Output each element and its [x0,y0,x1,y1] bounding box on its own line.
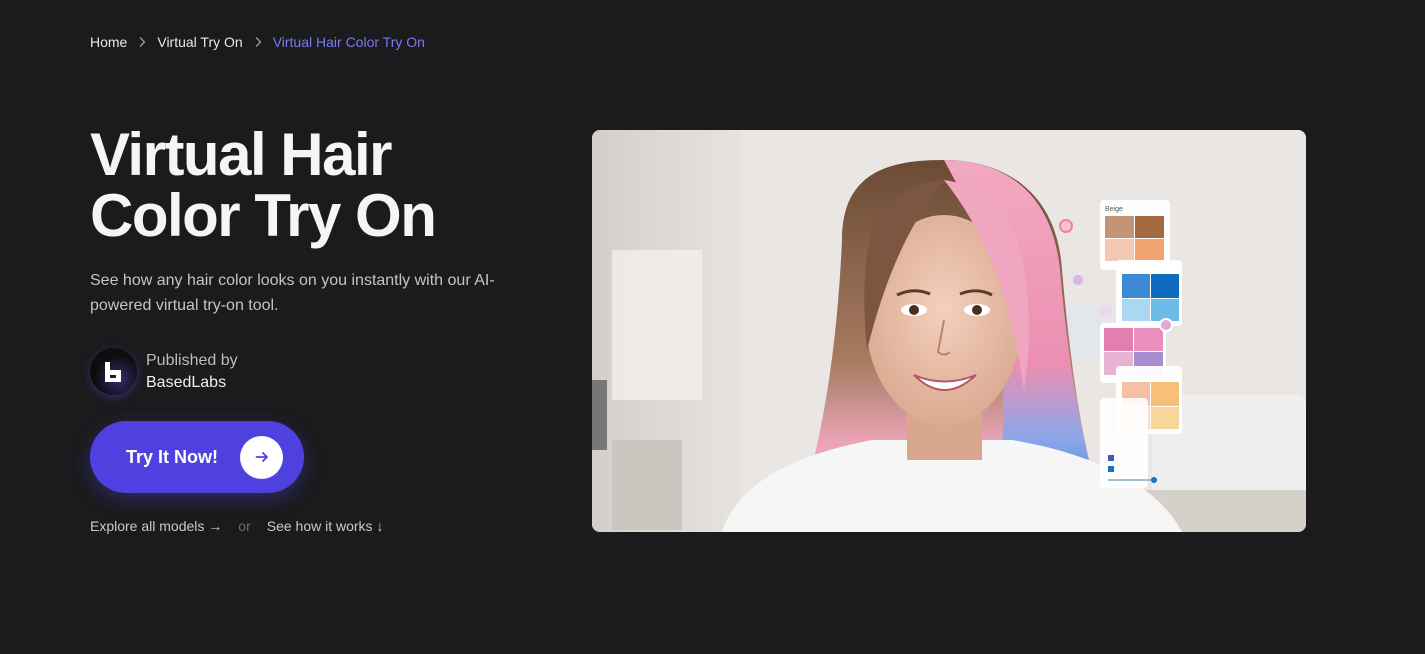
page-subtitle: See how any hair color looks on you inst… [90,272,495,314]
title-line-2: Color Try On [90,182,437,249]
breadcrumb: Home Virtual Try On Virtual Hair Color T… [90,34,425,50]
page: Home Virtual Try On Virtual Hair Color T… [0,0,1425,654]
page-title: Virtual Hair Color Try On [90,124,530,246]
swatch-card-title: Beige [1105,206,1123,213]
basedlabs-logo-avatar[interactable] [90,348,137,395]
explore-all-models-link[interactable]: Explore all models → [90,518,222,534]
publisher: Published by BasedLabs [90,348,238,395]
chevron-right-icon [253,36,263,48]
publisher-label: Published by [146,351,238,369]
publisher-text: Published by BasedLabs [146,352,238,392]
title-line-1: Virtual Hair [90,121,393,188]
or-separator: or [238,518,251,534]
hair-color-demo-illustration: Beige [592,130,1306,532]
arrow-right-icon [240,435,283,479]
publisher-name[interactable]: BasedLabs [146,374,238,392]
secondary-links: Explore all models → or See how it works… [90,518,383,534]
breadcrumb-home[interactable]: Home [90,34,127,50]
breadcrumb-current[interactable]: Virtual Hair Color Try On [273,34,425,50]
chevron-right-icon [137,36,147,48]
see-how-it-works-link[interactable]: See how it works ↓ [267,518,384,534]
try-it-now-button[interactable]: Try It Now! [90,421,304,493]
swatch-card-beige: Beige [1100,200,1170,270]
basedlabs-logo-icon [104,361,121,382]
swatch-card-blue [1116,260,1182,326]
hero-image: Beige [592,130,1306,532]
breadcrumb-virtual-try-on[interactable]: Virtual Try On [157,34,242,50]
try-it-now-label: Try It Now! [126,446,219,467]
